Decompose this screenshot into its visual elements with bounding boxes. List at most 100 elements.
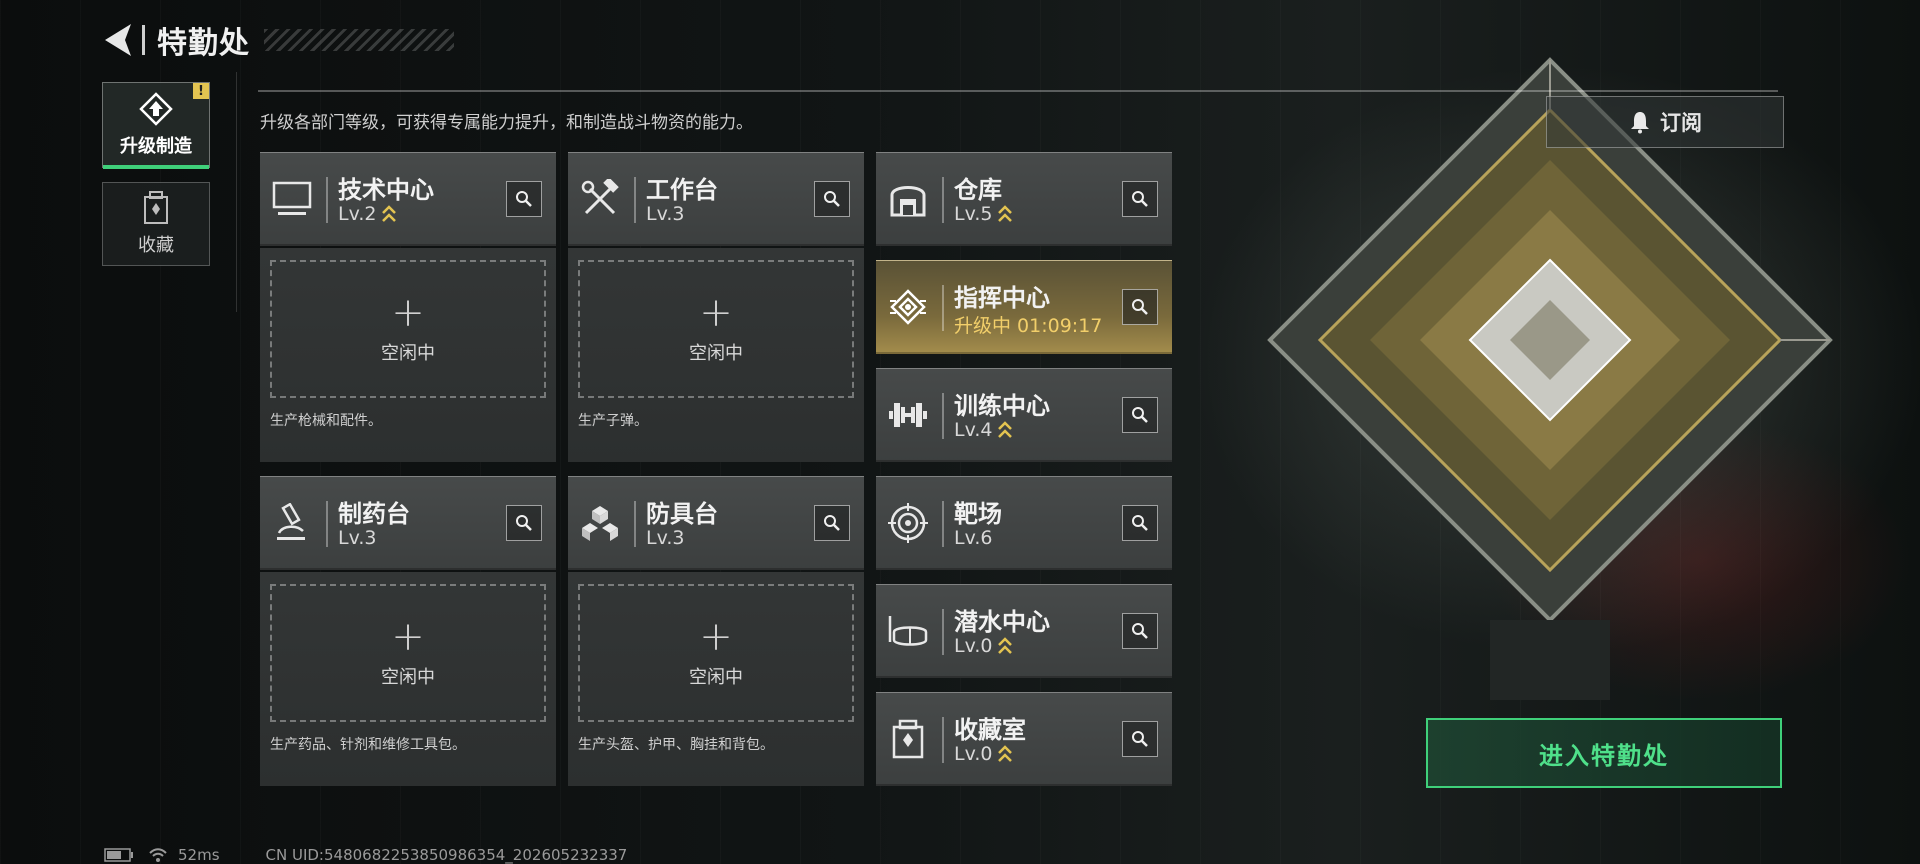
slot-status: 空闲中 (381, 343, 435, 364)
enter-special-ops-button[interactable]: 进入特勤处 (1426, 718, 1782, 788)
wifi-icon (149, 848, 167, 862)
card-divider (942, 717, 944, 763)
header-hatch-decoration (264, 29, 454, 51)
search-icon (824, 191, 840, 207)
back-arrow-icon (105, 24, 131, 56)
dept-name: 仓库 (954, 176, 1002, 204)
page-title: 特勤处 (157, 26, 250, 61)
dept-level: Lv.4 (954, 419, 1013, 441)
dept-level: Lv.3 (338, 527, 376, 549)
inspect-button[interactable] (1122, 505, 1158, 541)
dept-level: Lv.3 (646, 527, 684, 549)
dept-name: 防具台 (646, 500, 718, 528)
sidebar-rail-line (236, 72, 237, 312)
search-icon (1132, 731, 1148, 747)
status-bar: 52ms CN UID:5480682253850986354_20260523… (104, 846, 627, 864)
sidebar-item-upgrade-craft[interactable]: ! 升级制造 (102, 82, 210, 169)
dept-card-diving-center[interactable]: 潜水中心 Lv.0 (876, 584, 1172, 678)
dept-level-text: Lv.6 (954, 527, 993, 549)
search-icon (1132, 623, 1148, 639)
subscribe-label: 订阅 (1660, 111, 1702, 135)
subscribe-button[interactable]: 订阅 (1546, 96, 1784, 148)
sidebar-item-collection[interactable]: 收藏 (102, 182, 210, 266)
inspect-button[interactable] (506, 181, 542, 217)
dept-card-command-center[interactable]: 指挥中心 升级中 01:09:17 (876, 260, 1172, 354)
inspect-button[interactable] (506, 505, 542, 541)
search-icon (824, 515, 840, 531)
production-slot[interactable]: + 空闲中 (270, 260, 546, 398)
dept-card-tech-center[interactable]: 技术中心 Lv.2 (260, 152, 556, 246)
microscope-icon (270, 501, 314, 545)
card-divider (942, 177, 944, 223)
dept-level: Lv.5 (954, 203, 1013, 225)
dept-name: 指挥中心 (954, 284, 1050, 312)
search-icon (1132, 515, 1148, 531)
inspect-button[interactable] (1122, 397, 1158, 433)
upgrade-available-icon (997, 636, 1013, 656)
target-icon (886, 501, 930, 545)
sidebar-item-label: 升级制造 (120, 136, 192, 157)
command-chip-icon (886, 285, 930, 329)
upgrade-craft-icon (139, 92, 173, 126)
dept-card-training-center[interactable]: 训练中心 Lv.4 (876, 368, 1172, 462)
production-slot[interactable]: + 空闲中 (578, 260, 854, 398)
inspect-button[interactable] (1122, 613, 1158, 649)
upgrade-available-icon (997, 420, 1013, 440)
inspect-button[interactable] (814, 505, 850, 541)
dept-card-collection-room[interactable]: 收藏室 Lv.0 (876, 692, 1172, 786)
collection-room-icon (886, 717, 930, 761)
dept-level-text: Lv.2 (338, 203, 377, 225)
dept-name: 靶场 (954, 500, 1002, 528)
card-divider (942, 393, 944, 439)
ping-text: 52ms (178, 846, 220, 864)
dept-upgrade-timer: 升级中 01:09:17 (954, 315, 1103, 337)
dept-level-text: Lv.3 (646, 527, 685, 549)
production-description: 生产药品、针剂和维修工具包。 (270, 737, 466, 753)
dept-card-workbench[interactable]: 工作台 Lv.3 (568, 152, 864, 246)
dept-name: 制药台 (338, 500, 410, 528)
inspect-button[interactable] (1122, 289, 1158, 325)
production-panel-workbench: + 空闲中 生产子弹。 (568, 248, 864, 462)
dept-level-text: Lv.3 (646, 203, 685, 225)
search-icon (1132, 191, 1148, 207)
dept-card-warehouse[interactable]: 仓库 Lv.5 (876, 152, 1172, 246)
back-button[interactable] (100, 20, 136, 60)
add-icon: + (699, 614, 733, 660)
add-icon: + (391, 290, 425, 336)
top-divider (258, 90, 1778, 92)
dept-name: 收藏室 (954, 716, 1026, 744)
uid-text: CN UID:5480682253850986354_202605232337 (265, 846, 628, 864)
dept-level: Lv.2 (338, 203, 397, 225)
page-description: 升级各部门等级，可获得专属能力提升，和制造战斗物资的能力。 (260, 113, 753, 133)
upgrade-available-icon (997, 744, 1013, 764)
dept-card-pharmacy[interactable]: 制药台 Lv.3 (260, 476, 556, 570)
inspect-button[interactable] (814, 181, 850, 217)
production-slot[interactable]: + 空闲中 (578, 584, 854, 722)
production-slot[interactable]: + 空闲中 (270, 584, 546, 722)
enter-button-label: 进入特勤处 (1539, 741, 1669, 770)
inspect-button[interactable] (1122, 181, 1158, 217)
production-panel-tech-center: + 空闲中 生产枪械和配件。 (260, 248, 556, 462)
search-icon (516, 515, 532, 531)
production-description: 生产子弹。 (578, 413, 648, 429)
dept-name: 技术中心 (338, 176, 434, 204)
card-divider (326, 501, 328, 547)
production-panel-pharmacy: + 空闲中 生产药品、针剂和维修工具包。 (260, 572, 556, 786)
card-divider (634, 177, 636, 223)
dept-card-armor-bench[interactable]: 防具台 Lv.3 (568, 476, 864, 570)
battery-icon (104, 848, 133, 862)
search-icon (516, 191, 532, 207)
dept-name: 潜水中心 (954, 608, 1050, 636)
inspect-button[interactable] (1122, 721, 1158, 757)
slot-status: 空闲中 (689, 343, 743, 364)
upgrade-available-icon (381, 204, 397, 224)
search-icon (1132, 407, 1148, 423)
header-divider (142, 25, 145, 55)
collection-box-icon (144, 191, 168, 224)
dept-level: Lv.0 (954, 743, 1013, 765)
diving-mask-icon (886, 609, 930, 653)
dept-card-shooting-range[interactable]: 靶场 Lv.6 (876, 476, 1172, 570)
dept-name: 工作台 (646, 176, 718, 204)
notification-badge: ! (193, 83, 209, 99)
dept-level: Lv.3 (646, 203, 684, 225)
